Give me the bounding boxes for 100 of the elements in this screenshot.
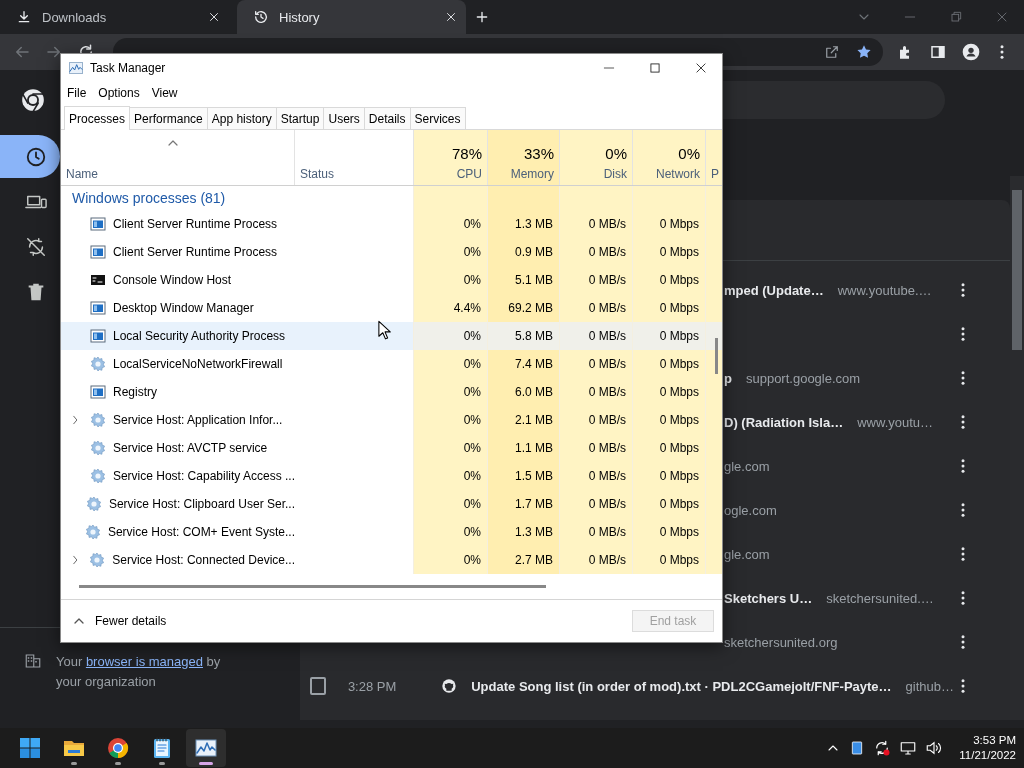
table-cell: 0% [414, 210, 488, 238]
close-icon[interactable] [207, 10, 221, 24]
performance-chart-icon [194, 736, 218, 760]
column-header[interactable]: 33% Memory [488, 130, 560, 185]
page-domain: sketchersunited.org [724, 634, 838, 650]
profile-icon[interactable] [961, 42, 981, 62]
process-row[interactable]: Service Host: Application Infor... 0% 2.1 MB 0 MB/s 0 Mbps [61, 406, 722, 434]
plus-icon[interactable] [474, 9, 490, 25]
process-row[interactable]: LocalServiceNoNetworkFirewall 0% 7.4 MB 0 MB/s 0 Mbps [61, 350, 722, 378]
nav-item[interactable] [0, 135, 60, 178]
page-domain: www.youtu… [857, 414, 934, 430]
restore-icon[interactable] [948, 9, 964, 25]
process-row[interactable]: Local Security Authority Process 0% 5.8 MB 0 MB/s 0 Mbps [61, 322, 722, 350]
table-cell: 0 MB/s [560, 434, 633, 462]
table-cell: 0 MB/s [560, 518, 633, 546]
process-name: Client Server Runtime Process [113, 217, 278, 231]
table-cell: 0 Mbps [633, 378, 706, 406]
table-cell: 0 Mbps [633, 406, 706, 434]
gear-icon [90, 440, 106, 456]
star-icon[interactable] [855, 43, 873, 61]
cursor-icon [378, 320, 392, 342]
gear-icon [84, 524, 101, 540]
table-cell: 1.3 MB [488, 518, 560, 546]
page-title-link[interactable]: Sketchers U… [724, 590, 813, 606]
table-cell [706, 546, 722, 574]
maximize-icon[interactable] [648, 61, 662, 75]
browser-tab[interactable]: History [237, 0, 466, 34]
share-icon[interactable] [823, 43, 841, 61]
process-row[interactable]: Service Host: Connected Device... 0% 2.7 MB 0 MB/s 0 Mbps [61, 546, 722, 574]
page-title-link[interactable]: mped (Update… [724, 282, 824, 298]
close-icon[interactable] [694, 61, 708, 75]
column-header[interactable]: P [706, 130, 722, 185]
close-icon[interactable] [444, 10, 458, 24]
process-name: Service Host: Connected Device... [112, 553, 295, 567]
table-cell [706, 186, 722, 210]
favicon-icon [441, 678, 458, 694]
process-row[interactable]: Client Server Runtime Process 0% 1.3 MB 0 MB/s 0 Mbps [61, 210, 722, 238]
page-title-link[interactable]: p [724, 370, 732, 386]
table-cell: 0 MB/s [560, 378, 633, 406]
menu-item[interactable]: Options [98, 86, 140, 100]
details-toggle[interactable]: Fewer details [73, 614, 167, 628]
table-cell: 0% [414, 322, 488, 350]
process-row[interactable]: Console Window Host 0% 5.1 MB 0 MB/s 0 Mbps [61, 266, 722, 294]
table-cell: 0 MB/s [560, 350, 633, 378]
process-row[interactable]: Service Host: AVCTP service 0% 1.1 MB 0 MB/s 0 Mbps [61, 434, 722, 462]
table-cell: 0 MB/s [560, 546, 633, 574]
table-cell: 0 MB/s [560, 490, 633, 518]
table-cell [706, 322, 722, 350]
clock[interactable]: 3:53 PM 11/21/2022 [959, 733, 1016, 763]
process-row[interactable]: Service Host: Clipboard User Ser... 0% 1.7 MB 0 MB/s 0 Mbps [61, 490, 722, 518]
process-row[interactable]: Service Host: Capability Access ... 0% 1.5 MB 0 MB/s 0 Mbps [61, 462, 722, 490]
process-row[interactable]: Desktop Window Manager 4.4% 69.2 MB 0 MB/s 0 Mbps [61, 294, 722, 322]
table-cell: 7.4 MB [488, 350, 560, 378]
page-domain: gle.com [724, 458, 770, 474]
menu-item[interactable]: View [151, 86, 178, 100]
column-header[interactable]: Name [61, 130, 295, 185]
page-title-link[interactable]: D) (Radiation Isla… [724, 414, 844, 430]
table-cell: 0.9 MB [488, 238, 560, 266]
console-icon [90, 272, 106, 288]
table-cell: 0 MB/s [560, 406, 633, 434]
browser-icon [106, 736, 130, 760]
sync-icon[interactable] [873, 739, 892, 757]
column-header[interactable]: 0% Network [633, 130, 706, 185]
column-header[interactable]: 78% CPU [414, 130, 488, 185]
table-cell: 0 MB/s [560, 238, 633, 266]
process-row[interactable]: Service Host: COM+ Event Syste... 0% 1.3 MB 0 MB/s 0 Mbps [61, 518, 722, 546]
tab[interactable]: Details [363, 107, 411, 129]
table-cell: 0 Mbps [633, 322, 706, 350]
managed-link[interactable]: browser is managed [85, 654, 203, 669]
tab[interactable]: App history [206, 107, 277, 129]
column-header[interactable]: 0% Disk [560, 130, 633, 185]
table-cell: 0 Mbps [633, 462, 706, 490]
tab[interactable]: Services [409, 107, 466, 129]
tab[interactable]: Processes [64, 106, 131, 130]
table-cell: 0 Mbps [633, 350, 706, 378]
table-cell: 0 MB/s [560, 322, 633, 350]
speaker-icon[interactable] [925, 739, 944, 757]
tab[interactable]: Users [323, 107, 365, 129]
taskbar-app[interactable] [186, 729, 226, 767]
process-row[interactable]: Client Server Runtime Process 0% 0.9 MB 0 MB/s 0 Mbps [61, 238, 722, 266]
menu-item[interactable]: File [67, 86, 87, 100]
table-cell [488, 186, 560, 210]
side-panel-icon[interactable] [929, 43, 947, 61]
scrollbar[interactable] [1010, 176, 1024, 720]
page-title-link[interactable]: Update Song list (in order of mod).txt · PDL2CGamejolt/FNF-Payte… [471, 678, 892, 694]
process-name: Service Host: Clipboard User Ser... [108, 497, 295, 511]
table-cell: 0% [414, 434, 488, 462]
network-icon[interactable] [899, 739, 918, 757]
tab[interactable]: Performance [129, 107, 208, 129]
checkbox[interactable] [310, 677, 326, 695]
table-cell: 0 Mbps [633, 294, 706, 322]
browser-tab[interactable]: Downloads [0, 0, 229, 34]
scrollbar-thumb[interactable] [79, 585, 546, 588]
chevron-right-icon[interactable] [70, 415, 80, 425]
scrollbar-thumb[interactable] [715, 338, 718, 374]
process-row[interactable]: Registry 0% 6.0 MB 0 MB/s 0 Mbps [61, 378, 722, 406]
process-name: Desktop Window Manager [113, 301, 254, 315]
process-name: Service Host: COM+ Event Syste... [107, 525, 295, 539]
process-name: Service Host: Capability Access ... [112, 469, 295, 483]
tab[interactable]: Startup [275, 107, 325, 129]
